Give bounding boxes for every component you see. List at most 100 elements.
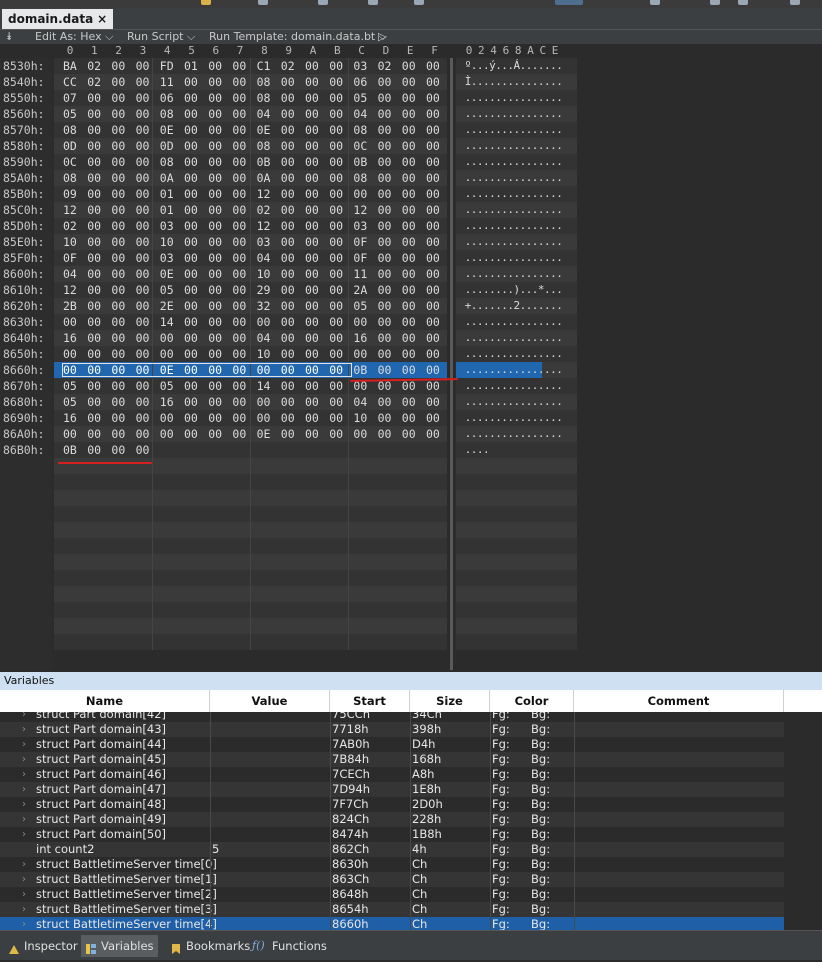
- hex-byte[interactable]: 16: [353, 330, 373, 346]
- hex-byte[interactable]: 02: [87, 58, 107, 74]
- hex-byte[interactable]: 0B: [257, 154, 277, 170]
- hex-byte[interactable]: 00: [305, 250, 325, 266]
- hex-byte[interactable]: 00: [208, 122, 228, 138]
- col-comment[interactable]: Comment: [574, 690, 784, 712]
- expand-chevron-icon[interactable]: ›: [22, 812, 26, 827]
- hex-byte[interactable]: 00: [378, 74, 398, 90]
- hex-byte[interactable]: 00: [281, 394, 301, 410]
- hex-byte[interactable]: 08: [63, 122, 83, 138]
- hex-byte[interactable]: 08: [160, 106, 180, 122]
- hex-byte[interactable]: 0C: [63, 154, 83, 170]
- hex-byte[interactable]: 00: [87, 90, 107, 106]
- hex-byte[interactable]: 12: [257, 218, 277, 234]
- hex-byte[interactable]: 00: [305, 282, 325, 298]
- hex-byte[interactable]: 03: [353, 218, 373, 234]
- hex-byte[interactable]: 00: [184, 186, 204, 202]
- hex-byte[interactable]: 04: [63, 266, 83, 282]
- hex-byte[interactable]: 00: [329, 250, 349, 266]
- variable-row[interactable]: › struct Part domain[49] 824Ch 228h Fg: Bg:: [0, 812, 784, 827]
- hex-byte[interactable]: 00: [184, 394, 204, 410]
- hex-row[interactable]: 8590h: 0C 00 00 00 08 00 00 00 0B 00 00 00 0B 00 00 00..…: [0, 154, 578, 170]
- hex-byte[interactable]: 00: [329, 298, 349, 314]
- hex-byte[interactable]: 00: [305, 90, 325, 106]
- hex-byte[interactable]: 00: [184, 90, 204, 106]
- hex-byte[interactable]: 00: [208, 394, 228, 410]
- hex-row[interactable]: 8550h: 07 00 00 00 06 00 00 00 08 00 00 00 05 00 00 00..…: [0, 90, 578, 106]
- expand-chevron-icon[interactable]: ›: [22, 797, 26, 812]
- hex-byte[interactable]: 00: [184, 314, 204, 330]
- hex-byte[interactable]: 00: [378, 186, 398, 202]
- hex-byte[interactable]: 00: [208, 218, 228, 234]
- hex-byte[interactable]: 00: [184, 266, 204, 282]
- ascii-char[interactable]: .: [554, 74, 566, 90]
- hex-byte[interactable]: 04: [353, 394, 373, 410]
- tab-variables[interactable]: Variables: [81, 935, 158, 957]
- hex-byte[interactable]: 00: [305, 58, 325, 74]
- hex-byte[interactable]: 00: [208, 90, 228, 106]
- ascii-char[interactable]: .: [554, 122, 566, 138]
- hex-byte[interactable]: 00: [111, 202, 131, 218]
- hex-byte[interactable]: 00: [111, 106, 131, 122]
- hex-byte[interactable]: 32: [257, 298, 277, 314]
- ascii-char[interactable]: .: [554, 314, 566, 330]
- hex-byte[interactable]: BA: [63, 58, 83, 74]
- hex-byte[interactable]: 00: [426, 266, 446, 282]
- hex-byte[interactable]: 00: [281, 234, 301, 250]
- hex-byte[interactable]: 0C: [353, 138, 373, 154]
- hex-byte[interactable]: 00: [353, 314, 373, 330]
- hex-byte[interactable]: 0E: [160, 266, 180, 282]
- hex-row[interactable]: 8600h: 04 00 00 00 0E 00 00 00 10 00 00 00 11 00 00 00..…: [0, 266, 578, 282]
- hex-row[interactable]: 8560h: 05 00 00 00 08 00 00 00 04 00 00 00 04 00 00 00..…: [0, 106, 578, 122]
- hex-row[interactable]: 8540h: CC 02 00 00 11 00 00 00 08 00 00 00 06 00 00 00 Ì.…: [0, 74, 578, 90]
- hex-byte[interactable]: 00: [402, 218, 422, 234]
- hex-byte[interactable]: 05: [160, 378, 180, 394]
- hex-byte[interactable]: 00: [281, 202, 301, 218]
- hex-byte[interactable]: 00: [305, 138, 325, 154]
- hex-byte[interactable]: 00: [87, 266, 107, 282]
- hex-byte[interactable]: 00: [281, 154, 301, 170]
- ascii-char[interactable]: .: [554, 362, 566, 378]
- hex-byte[interactable]: 00: [208, 74, 228, 90]
- toolbar-icon[interactable]: [201, 0, 211, 5]
- hex-byte[interactable]: 06: [160, 90, 180, 106]
- hex-byte[interactable]: 00: [329, 106, 349, 122]
- toolbar-icon[interactable]: [650, 0, 660, 5]
- hex-byte[interactable]: 00: [378, 90, 398, 106]
- hex-byte[interactable]: 00: [111, 330, 131, 346]
- hex-byte[interactable]: 00: [184, 250, 204, 266]
- hex-byte[interactable]: 00: [160, 346, 180, 362]
- hex-byte[interactable]: 00: [87, 442, 107, 458]
- hex-byte[interactable]: 00: [378, 298, 398, 314]
- edit-as-menu[interactable]: Edit As: Hex ⌵: [35, 30, 113, 44]
- hex-row[interactable]: 85A0h: 08 00 00 00 0A 00 00 00 0A 00 00 00 08 00 00 00..…: [0, 170, 578, 186]
- hex-row[interactable]: 8640h: 16 00 00 00 00 00 00 00 04 00 00 00 16 00 00 00..…: [0, 330, 578, 346]
- hex-byte[interactable]: 16: [63, 330, 83, 346]
- hex-byte[interactable]: 2A: [353, 282, 373, 298]
- hex-byte[interactable]: 12: [63, 282, 83, 298]
- hex-byte[interactable]: 00: [353, 346, 373, 362]
- hex-byte[interactable]: 08: [63, 170, 83, 186]
- hex-byte[interactable]: 00: [111, 314, 131, 330]
- hex-row[interactable]: 8650h: 00 00 00 00 00 00 00 00 10 00 00 00 00 00 00 00..…: [0, 346, 578, 362]
- hex-byte[interactable]: 11: [160, 74, 180, 90]
- collapse-icon[interactable]: ⯯: [6, 30, 13, 44]
- hex-byte[interactable]: 08: [257, 90, 277, 106]
- ascii-char[interactable]: .: [554, 410, 566, 426]
- hex-byte[interactable]: 00: [402, 106, 422, 122]
- hex-byte[interactable]: 00: [87, 410, 107, 426]
- toolbar-icon[interactable]: [318, 0, 328, 5]
- hex-byte[interactable]: 00: [281, 314, 301, 330]
- hex-byte[interactable]: FD: [160, 58, 180, 74]
- hex-row[interactable]: 8680h: 05 00 00 00 16 00 00 00 00 00 00 00 04 00 00 00..…: [0, 394, 578, 410]
- hex-byte[interactable]: 00: [184, 426, 204, 442]
- hex-byte[interactable]: 0E: [257, 122, 277, 138]
- hex-byte[interactable]: 2B: [63, 298, 83, 314]
- hex-byte[interactable]: 00: [87, 218, 107, 234]
- hex-byte[interactable]: 00: [111, 442, 131, 458]
- variable-row[interactable]: › struct Part domain[47] 7D94h 1E8h Fg: Bg:: [0, 782, 784, 797]
- hex-byte[interactable]: 00: [87, 314, 107, 330]
- hex-byte[interactable]: 00: [184, 330, 204, 346]
- hex-byte[interactable]: 00: [208, 106, 228, 122]
- hex-byte[interactable]: 04: [353, 106, 373, 122]
- col-name[interactable]: Name: [0, 690, 210, 712]
